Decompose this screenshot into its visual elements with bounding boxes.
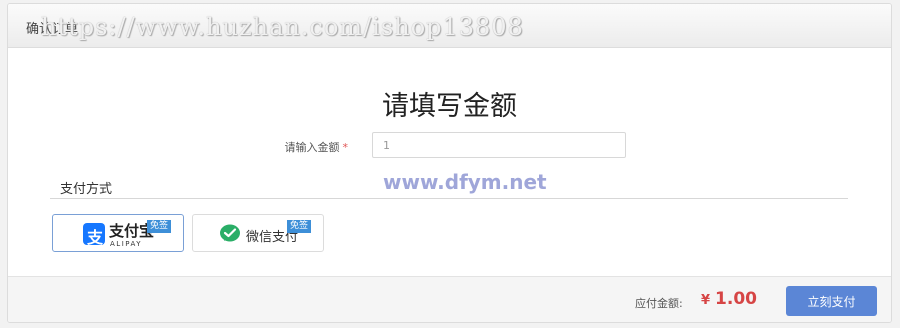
free-badge: 免签 [286, 220, 311, 233]
panel-header: 确认订单 https://www.huzhan.com/ishop13808 [8, 4, 891, 48]
wechat-icon [220, 224, 240, 242]
amount-label: 请输入金额 * [238, 139, 349, 155]
due-amount-label: 应付金额: [635, 297, 683, 310]
alipay-icon: 支 [83, 223, 105, 247]
alipay-option[interactable]: 支 支付宝 ALIPAY 免签 [52, 214, 184, 252]
watermark-site: www.dfym.net [383, 170, 547, 194]
currency-symbol: ¥ [701, 293, 711, 308]
due-amount-value: 1.00 [715, 289, 757, 309]
order-panel: 确认订单 https://www.huzhan.com/ishop13808 请… [7, 3, 892, 323]
wechat-option[interactable]: 微信支付 免签 [192, 214, 324, 252]
free-badge: 免签 [146, 220, 171, 233]
watermark-url: https://www.huzhan.com/ishop13808 [41, 13, 524, 41]
alipay-subtitle: ALIPAY [110, 240, 143, 248]
amount-label-text: 请输入金额 [284, 141, 340, 154]
form-title: 请填写金额 [382, 91, 517, 122]
payment-section-title: 支付方式 [60, 182, 113, 197]
required-mark: * [342, 141, 349, 154]
payment-divider [50, 198, 848, 199]
pay-now-button[interactable]: 立刻支付 [786, 286, 877, 316]
amount-input[interactable] [372, 132, 626, 158]
order-footer: 应付金额: ¥1.00 立刻支付 [8, 276, 891, 322]
due-amount: ¥1.00 [701, 289, 757, 309]
